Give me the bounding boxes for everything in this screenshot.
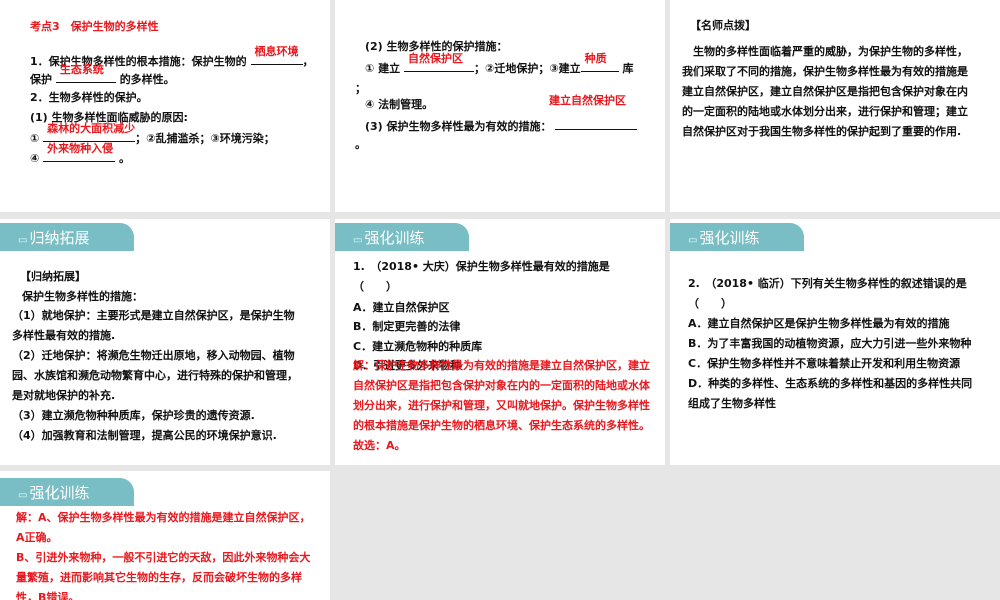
book-icon: ▭ [353,235,363,246]
answer-explanation: 解：保护生物多样性最为有效的措施是建立自然保护区，建立自然保护区是指把包含保护对… [353,359,650,432]
text-line: 保护生物多样性的措施： [22,290,143,303]
slide-heading: 【归纳拓展】 [20,270,86,283]
slide-thumbnail-4[interactable]: ▭ 归纳拓展 【归纳拓展】 保护生物多样性的措施： （1）就地保护：主要形式是建立… [0,219,330,465]
slide-thumbnail-1[interactable]: 考点3 保护生物的多样性 1．保护生物多样性的根本措施：保护生物的 栖息环境， … [0,0,330,212]
option-a: A．建立自然保护区 [353,301,450,314]
option-c: C．保护生物多样性并不意味着禁止开发和利用生物资源 [688,357,961,370]
question-text: 1. （2018• 大庆）保护生物多样性最有效的措施是（ ） [353,260,610,293]
text-line: ④ 外来物种入侵 。 [30,142,131,165]
text-line: ； [355,82,366,95]
options-list: A．建立自然保护区是保护生物多样性最为有效的措施 B．为了丰富我国的动植物资源，… [688,314,978,414]
text-line: 保护 生态系统 的多样性。 [30,63,175,86]
answer-text: 种质 [584,52,607,65]
slide-thumbnail-6[interactable]: ▭ 强化训练 2. （2018• 临沂）下列有关生物多样性的叙述错误的是（ ） A… [670,219,1000,465]
book-icon: ▭ [18,235,28,246]
book-icon: ▭ [18,490,28,501]
option-a: A．建立自然保护区是保护生物多样性最为有效的措施 [688,317,950,330]
answer-text: 建立自然保护区 [549,94,626,107]
text-line: 。 [355,138,366,151]
answer-text: 自然保护区 [408,52,463,65]
answer-text: 外来物种入侵 [47,142,114,155]
list-item: （3）建立濒危物种种质库，保护珍贵的遗传资源. [12,409,255,422]
section-tab: ▭ 归纳拓展 [0,223,134,251]
question-text: 2. （2018• 临沂）下列有关生物多样性的叙述错误的是（ ） [688,277,967,310]
section-tab: ▭ 强化训练 [0,478,134,506]
text-line: (3) 保护生物多样性最为有效的措施： [365,118,638,134]
list: （1）就地保护：主要形式是建立自然保护区，是保护生物多样性最有效的措施. （2）… [12,306,302,446]
text-line: ① 建立 自然保护区 ；②迁地保护；③建立 种质 库 [365,52,634,75]
answer-text: 森林的大面积减少 [47,122,136,135]
slide-thumbnail-2[interactable]: (2) 生物多样性的保护措施： ① 建立 自然保护区 ；②迁地保护；③建立 种质 库… [335,0,665,212]
list-item: （2）迁地保护：将濒危生物迁出原地，移入动物园、植物园、水族馆和濒危动物繁育中心… [12,349,298,402]
list-item: （4）加强教育和法制管理，提高公民的环境保护意识. [12,429,277,442]
slide-thumbnail-5[interactable]: ▭ 强化训练 1. （2018• 大庆）保护生物多样性最有效的措施是（ ） A．建… [335,219,665,465]
option-b: B．制定更完善的法律 [353,320,461,333]
section-tab: ▭ 强化训练 [670,223,804,251]
slide-title: 考点3 保护生物的多样性 [30,20,159,33]
text-line: ④ 法制管理。 [365,98,434,111]
option-d: D．种类的多样性、生态系统的多样性和基因的多样性共同组成了生物多样性 [688,377,973,410]
book-icon: ▭ [688,235,698,246]
slide-thumbnail-7[interactable]: ▭ 强化训练 解：A、保护生物多样性最为有效的措施是建立自然保护区，A正确。 B、… [0,471,330,600]
section-tab: ▭ 强化训练 [335,223,469,251]
answer-explanation: 解：A、保护生物多样性最为有效的措施是建立自然保护区，A正确。 B、引进外来物种… [16,511,311,600]
option-c: C．建立濒危物种的种质库 [353,340,483,353]
list-item: （1）就地保护：主要形式是建立自然保护区，是保护生物多样性最有效的措施. [12,309,295,342]
slide-heading: 【名师点拨】 [690,19,756,32]
text-line: 2．生物多样性的保护。 [30,91,148,104]
slide-thumbnail-3[interactable]: 【名师点拨】 生物的多样性面临着严重的威胁，为保护生物的多样性，我们采取了不同的… [670,0,1000,212]
option-b: B．为了丰富我国的动植物资源，应大力引进一些外来物种 [688,337,972,350]
answer-text: 生态系统 [59,63,104,76]
answer-choice: 故选：A。 [353,439,406,452]
slide-body: 生物的多样性面临着严重的威胁，为保护生物的多样性，我们采取了不同的措施，保护生物… [682,45,968,138]
answer-text: 栖息环境 [254,45,299,58]
